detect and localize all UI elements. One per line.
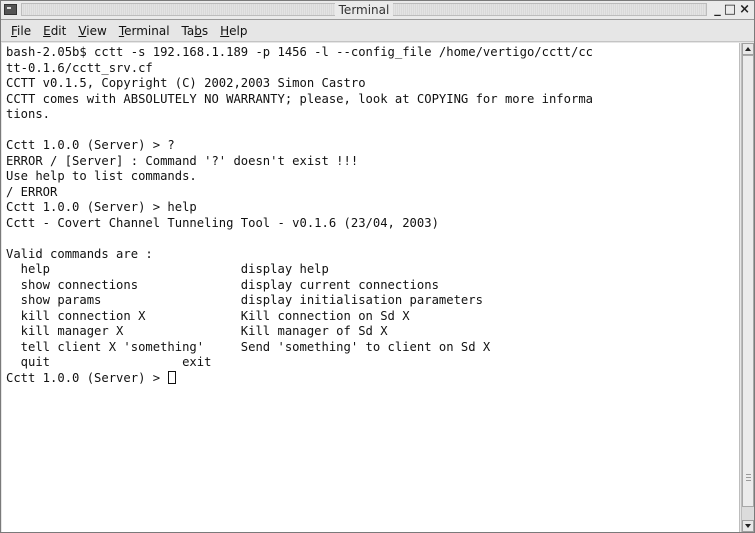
window-title: Terminal — [334, 3, 394, 17]
menu-view[interactable]: View — [72, 21, 112, 41]
terminal-line: tions. — [6, 107, 51, 121]
grip-line — [746, 474, 751, 475]
terminal-line: Cctt 1.0.0 (Server) > ? — [6, 138, 175, 152]
terminal-prompt: Cctt 1.0.0 (Server) > — [6, 370, 168, 385]
text-cursor — [168, 370, 177, 384]
menu-terminal[interactable]: Terminal — [113, 21, 176, 41]
terminal-line: tt-0.1.6/cctt_srv.cf — [6, 60, 153, 75]
menu-tabs[interactable]: Tabs — [176, 21, 215, 41]
terminal-line: ERROR / [Server] : Command '?' doesn't e… — [6, 153, 359, 168]
terminal-line: show connections display current connect… — [6, 277, 439, 292]
terminal-output-area[interactable]: bash-2.05b$ cctt -s 192.168.1.189 -p 145… — [2, 43, 740, 532]
terminal-line: bash-2.05b$ cctt -s 192.168.1.189 -p 145… — [6, 45, 593, 59]
close-icon[interactable]: × — [739, 2, 750, 18]
title-bar[interactable]: Terminal _ □ × — [1, 1, 754, 20]
menu-help[interactable]: Help — [214, 21, 253, 41]
terminal-line: / ERROR — [6, 184, 58, 199]
terminal-line: quit exit — [6, 355, 212, 369]
terminal-window: Terminal _ □ × File Edit View Terminal T… — [0, 0, 755, 533]
window-controls: _ □ × — [714, 1, 750, 19]
grip-line — [746, 477, 751, 478]
terminal-line: kill connection X Kill connection on Sd … — [6, 308, 410, 323]
terminal-app-icon[interactable] — [4, 4, 17, 15]
menu-bar: File Edit View Terminal Tabs Help — [1, 20, 754, 42]
terminal-line: CCTT v0.1.5, Copyright (C) 2002,2003 Sim… — [6, 76, 366, 90]
scrollbar-thumb[interactable] — [742, 55, 754, 507]
vertical-scrollbar[interactable] — [741, 43, 754, 532]
terminal-line: Cctt - Covert Channel Tunneling Tool - v… — [6, 215, 439, 230]
terminal-line: Cctt 1.0.0 (Server) > help — [6, 200, 197, 214]
menu-edit[interactable]: Edit — [37, 21, 72, 41]
terminal-line: help display help — [6, 262, 329, 276]
terminal-line: CCTT comes with ABSOLUTELY NO WARRANTY; … — [6, 91, 593, 106]
terminal-line: show params display initialisation param… — [6, 293, 483, 307]
menu-file[interactable]: File — [5, 21, 37, 41]
scroll-down-icon[interactable] — [742, 520, 754, 532]
terminal-line: Valid commands are : — [6, 246, 153, 261]
terminal-line: kill manager X Kill manager of Sd X — [6, 324, 388, 338]
minimize-icon[interactable]: _ — [714, 2, 721, 18]
grip-line — [746, 480, 751, 481]
scroll-up-icon[interactable] — [742, 43, 754, 55]
maximize-icon[interactable]: □ — [724, 2, 736, 18]
terminal-line: Use help to list commands. — [6, 169, 197, 183]
terminal-line: tell client X 'something' Send 'somethin… — [6, 339, 491, 354]
